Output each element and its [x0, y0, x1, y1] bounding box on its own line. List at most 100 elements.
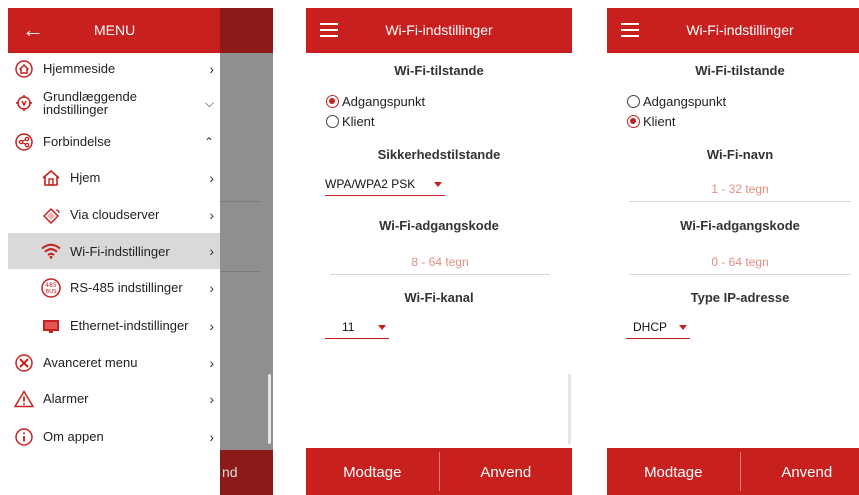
menu-item-wifi-indstillinger[interactable]: Wi-Fi-indstillinger ›: [8, 233, 220, 269]
dimmed-divider: [220, 271, 260, 272]
home-icon: [14, 59, 34, 79]
menu-item-label: Alarmer: [43, 391, 89, 406]
chevron-right-icon: ›: [209, 428, 214, 445]
wifi-mode-heading: Wi-Fi-tilstande: [394, 63, 484, 78]
wifi-mode-heading: Wi-Fi-tilstande: [695, 63, 785, 78]
wifi-settings-screen-client: Wi-Fi-indstillinger Wi-Fi-tilstande Adga…: [607, 8, 859, 495]
wifi-password-input[interactable]: 8 - 64 tegn: [330, 255, 550, 275]
radio-unselected-icon: [627, 95, 640, 108]
radio-label: Klient: [342, 114, 375, 129]
radio-label: Adgangspunkt: [643, 94, 727, 109]
app-header: Wi-Fi-indstillinger: [306, 8, 572, 53]
wifi-password-heading: Wi-Fi-adgangskode: [680, 218, 800, 233]
dimmed-header: [220, 8, 273, 53]
apply-button[interactable]: Anvend: [741, 448, 859, 495]
basic-settings-icon: [14, 93, 34, 113]
wifi-ssid-input[interactable]: 1 - 32 tegn: [629, 182, 851, 202]
cloud-server-icon: [41, 205, 61, 225]
receive-button[interactable]: Modtage: [306, 448, 439, 495]
security-mode-value: WPA/WPA2 PSK: [325, 177, 416, 191]
tools-icon: [14, 353, 34, 373]
rs485-bus-icon: 485 BUS: [41, 277, 61, 298]
chevron-up-icon: ⌃: [203, 134, 214, 149]
menu-item-rs485-indstillinger[interactable]: 485 BUS RS-485 indstillinger ›: [8, 273, 220, 302]
house-icon: [41, 168, 61, 188]
chevron-right-icon: ›: [209, 279, 214, 296]
dimmed-divider: [220, 201, 260, 202]
radio-klient[interactable]: Klient: [326, 114, 375, 129]
menu-item-forbindelse[interactable]: Forbindelse ⌃: [8, 127, 220, 156]
menu-item-ethernet-indstillinger[interactable]: Ethernet-indstillinger ›: [8, 311, 220, 340]
chevron-right-icon: ›: [209, 317, 214, 334]
menu-item-om-appen[interactable]: Om appen ›: [8, 422, 220, 451]
radio-adgangspunkt[interactable]: Adgangspunkt: [627, 94, 726, 109]
menu-item-via-cloudserver[interactable]: Via cloudserver ›: [8, 200, 220, 229]
dimmed-background-screen[interactable]: nd: [220, 8, 273, 495]
radio-label: Adgangspunkt: [342, 94, 426, 109]
app-header: Wi-Fi-indstillinger: [607, 8, 859, 53]
scroll-indicator[interactable]: [568, 374, 571, 444]
menu-item-label: Avanceret menu: [43, 355, 138, 370]
menu-item-label: Hjemmeside: [43, 61, 116, 76]
menu-item-label: Hjem: [70, 170, 101, 185]
chevron-right-icon: ›: [209, 206, 214, 223]
warning-icon: [14, 389, 34, 409]
menu-item-label: Via cloudserver: [70, 207, 160, 222]
wifi-password-heading: Wi-Fi-adgangskode: [379, 218, 499, 233]
dropdown-arrow-icon: [378, 325, 386, 330]
menu-item-avanceret-menu[interactable]: Avanceret menu ›: [8, 348, 220, 377]
dimmed-footer-text: nd: [220, 450, 273, 495]
dropdown-arrow-icon: [434, 182, 442, 187]
radio-selected-icon: [326, 95, 339, 108]
radio-adgangspunkt[interactable]: Adgangspunkt: [326, 94, 425, 109]
share-connection-icon: [14, 132, 34, 152]
svg-text:485: 485: [45, 282, 57, 289]
drawer-panel: ← MENU Hjemmeside › Grundlæggende indsti…: [8, 8, 220, 495]
dropdown-arrow-icon: [679, 325, 687, 330]
menu-item-hjem[interactable]: Hjem ›: [8, 163, 220, 192]
navigation-drawer-screen: nd ← MENU Hjemmeside › Grundlæggende ind…: [8, 8, 273, 495]
radio-selected-icon: [627, 115, 640, 128]
menu-item-alarmer[interactable]: Alarmer ›: [8, 384, 220, 413]
drawer-header: ← MENU: [8, 8, 220, 53]
chevron-right-icon: ›: [209, 169, 214, 186]
back-arrow-icon[interactable]: ←: [22, 17, 44, 43]
wifi-password-input[interactable]: 0 - 64 tegn: [629, 255, 851, 275]
radio-klient[interactable]: Klient: [627, 114, 676, 129]
chevron-right-icon: ›: [209, 60, 214, 77]
wifi-settings-screen-access-point: Wi-Fi-indstillinger Wi-Fi-tilstande Adga…: [306, 8, 572, 495]
chevron-down-icon: ⌵: [204, 95, 214, 110]
scroll-indicator[interactable]: [268, 374, 271, 444]
radio-label: Klient: [643, 114, 676, 129]
menu-item-label: Om appen: [43, 429, 104, 444]
radio-unselected-icon: [326, 115, 339, 128]
menu-item-label: Ethernet-indstillinger: [70, 318, 189, 333]
page-title: Wi-Fi-indstillinger: [385, 22, 493, 38]
wifi-channel-dropdown[interactable]: 11: [325, 320, 389, 339]
svg-text:BUS: BUS: [45, 289, 57, 295]
menu-item-label: Grundlæggende indstillinger: [43, 89, 137, 117]
bottom-action-bar: Modtage Anvend: [306, 448, 572, 495]
receive-button[interactable]: Modtage: [607, 448, 740, 495]
security-mode-heading: Sikkerhedstilstande: [377, 147, 501, 162]
info-icon: [14, 427, 34, 447]
menu-item-label: RS-485 indstillinger: [70, 280, 183, 295]
wifi-channel-heading: Wi-Fi-kanal: [404, 290, 474, 305]
ip-address-type-value: DHCP: [633, 320, 668, 334]
chevron-right-icon: ›: [209, 243, 214, 259]
ip-address-type-heading: Type IP-adresse: [690, 290, 790, 305]
security-mode-dropdown[interactable]: WPA/WPA2 PSK: [325, 177, 445, 196]
apply-button[interactable]: Anvend: [440, 448, 573, 495]
menu-item-label: Wi-Fi-indstillinger: [70, 243, 170, 259]
ip-address-type-dropdown[interactable]: DHCP: [626, 320, 690, 339]
wifi-icon: [41, 241, 61, 261]
chevron-right-icon: ›: [209, 354, 214, 371]
menu-item-grundlaeggende-indstillinger[interactable]: Grundlæggende indstillinger ⌵: [8, 86, 220, 120]
menu-item-label: Forbindelse: [43, 134, 111, 149]
menu-item-hjemmeside[interactable]: Hjemmeside ›: [8, 54, 220, 83]
chevron-right-icon: ›: [209, 390, 214, 407]
ethernet-monitor-icon: [41, 316, 61, 336]
bottom-action-bar: Modtage Anvend: [607, 448, 859, 495]
wifi-channel-value: 11: [342, 320, 355, 334]
page-title: Wi-Fi-indstillinger: [686, 22, 794, 38]
